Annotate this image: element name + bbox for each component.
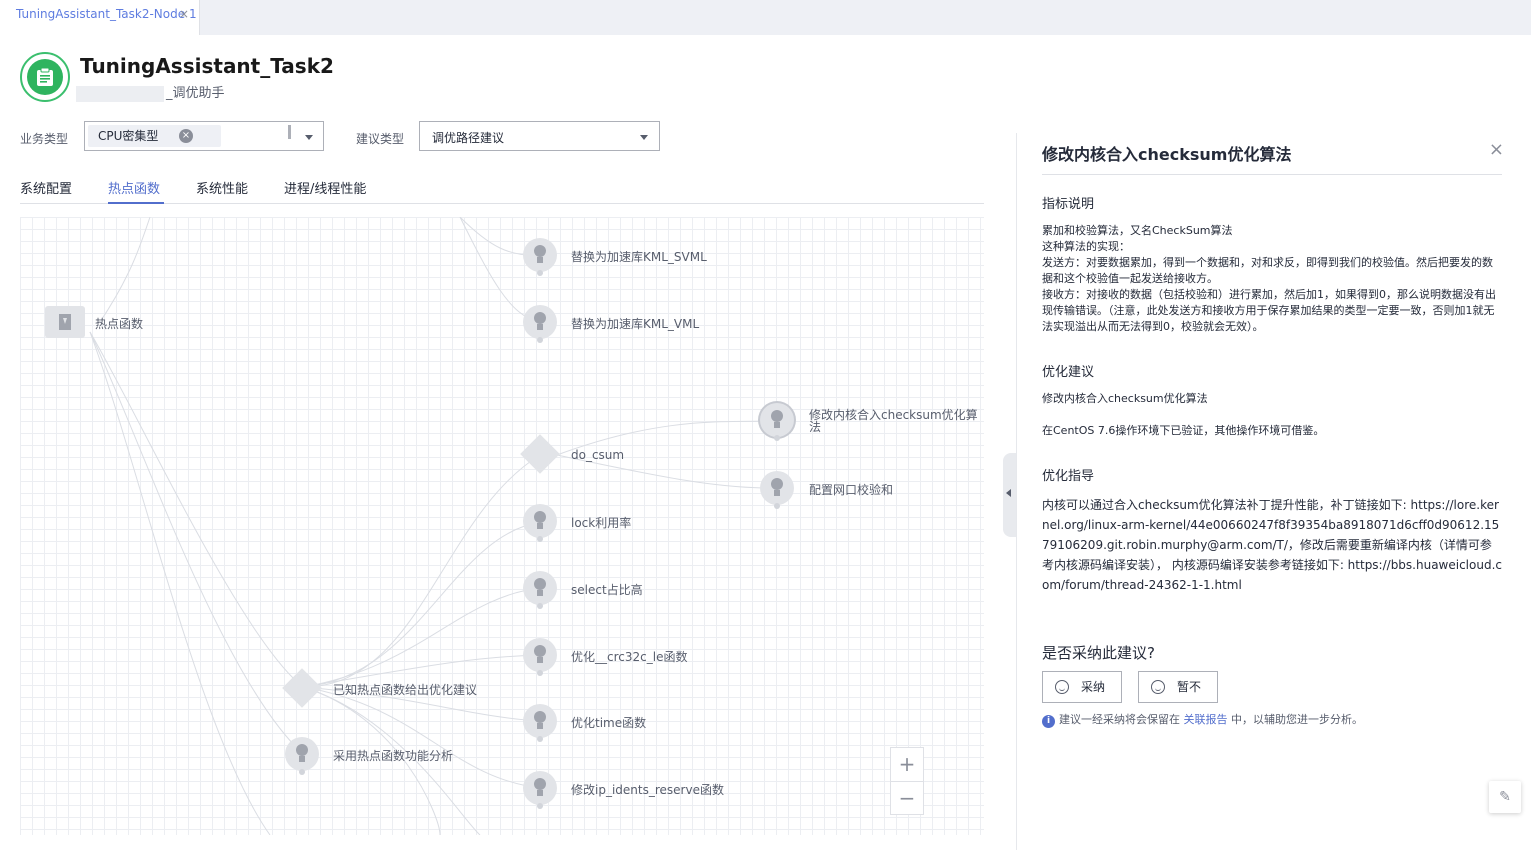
indicator-description: 累加和校验算法，又名CheckSum算法 这种算法的实现： 发送方：对要数据累加… <box>1042 224 1496 333</box>
adopt-info-note: i 建议一经采纳将会保留在 关联报告 中，以辅助您进一步分析。 <box>1042 711 1363 728</box>
adopt-question: 是否采纳此建议? <box>1042 644 1155 662</box>
business-type-label: 业务类型 <box>20 132 69 146</box>
suggestion-detail-panel: 修改内核合入checksum优化算法 × 指标说明 累加和校验算法，又名Chec… <box>1016 133 1531 850</box>
node-checksum[interactable]: 修改内核合入checksum优化算法 <box>809 409 979 433</box>
lightbulb-icon[interactable] <box>523 504 557 542</box>
suggestion-type-label: 建议类型 <box>356 132 405 146</box>
zoom-out-button[interactable]: − <box>891 782 923 815</box>
zoom-in-button[interactable]: + <box>891 748 923 782</box>
lightbulb-icon[interactable] <box>285 737 319 775</box>
panel-divider <box>1042 174 1502 175</box>
tab-label: TuningAssistant_Task2-Node 1 <box>16 7 197 21</box>
panel-collapse-handle[interactable] <box>1003 453 1017 537</box>
adopt-button[interactable]: 采纳 <box>1042 671 1122 703</box>
lightbulb-icon[interactable] <box>523 638 557 676</box>
section-indicator-title: 指标说明 <box>1042 197 1095 212</box>
lightbulb-icon[interactable] <box>760 403 794 441</box>
suggestion-env-note: 在CentOS 7.6操作环境下已验证，其他操作环境可借鉴。 <box>1042 424 1325 437</box>
lightbulb-icon[interactable] <box>523 771 557 809</box>
suggestion-text: 修改内核合入checksum优化算法 <box>1042 392 1208 405</box>
chip-remove-icon[interactable]: × <box>179 129 193 143</box>
business-type-chip: CPU密集型 × <box>88 125 221 147</box>
node-ip-idents[interactable]: 修改ip_idents_reserve函数 <box>571 781 724 798</box>
hotspot-root-icon[interactable] <box>45 306 85 338</box>
lightbulb-icon[interactable] <box>760 471 794 509</box>
chevron-left-icon <box>1006 489 1011 497</box>
page-subtitle: _调优助手 <box>76 82 225 102</box>
panel-title: 修改内核合入checksum优化算法 <box>1042 145 1292 164</box>
zoom-control: + − <box>890 747 924 815</box>
chevron-down-icon[interactable] <box>640 135 648 140</box>
suggestion-type-select[interactable]: 调优路径建议 <box>419 121 660 151</box>
scroll-thumb <box>288 125 291 139</box>
tab-hotspot-functions[interactable]: 热点函数 <box>108 178 160 197</box>
node-lock[interactable]: lock利用率 <box>571 514 631 531</box>
tab-bar: TuningAssistant_Task2-Node 1 × <box>0 0 1531 35</box>
suggestion-type-value: 调优路径建议 <box>432 131 505 145</box>
tab-system-config[interactable]: 系统配置 <box>20 178 72 197</box>
guide-text: 内核可以通过合入checksum优化算法补丁提升性能，补丁链接如下: https… <box>1042 498 1502 592</box>
nav-divider <box>20 203 984 204</box>
node-kml-vml[interactable]: 替换为加速库KML_VML <box>571 315 699 332</box>
node-crc32c[interactable]: 优化__crc32c_le函数 <box>571 648 687 665</box>
close-icon[interactable]: × <box>179 0 189 28</box>
tab-system-performance[interactable]: 系统性能 <box>196 178 248 197</box>
lightbulb-icon[interactable] <box>523 704 557 742</box>
section-suggestion-title: 优化建议 <box>1042 365 1095 380</box>
lightbulb-icon[interactable] <box>523 571 557 609</box>
info-icon: i <box>1042 715 1055 728</box>
page-title: TuningAssistant_Task2 <box>80 54 334 78</box>
node-nic-checksum[interactable]: 配置网口校验和 <box>809 481 893 498</box>
close-icon[interactable]: × <box>1489 139 1504 160</box>
graph-links <box>89 217 778 835</box>
chevron-down-icon[interactable] <box>305 135 313 140</box>
section-guide-title: 优化指导 <box>1042 469 1095 484</box>
tuning-graph-canvas[interactable]: 热点函数 替换为加速库KML_SVML 替换为加速库KML_VML do_csu… <box>20 217 984 835</box>
tab-process-thread-performance[interactable]: 进程/线程性能 <box>284 178 366 197</box>
active-tab-indicator <box>108 202 164 204</box>
node-known-hotspot[interactable]: 已知热点函数给出优化建议 <box>333 681 477 698</box>
feedback-edit-icon[interactable]: ✎ <box>1489 781 1521 813</box>
node-hotspot-root[interactable]: 热点函数 <box>95 315 143 332</box>
smile-icon <box>1151 680 1165 694</box>
related-report-link[interactable]: 关联报告 <box>1184 713 1228 726</box>
tab-task-node[interactable]: TuningAssistant_Task2-Node 1 × <box>0 0 200 35</box>
skip-button[interactable]: 暂不 <box>1138 671 1218 703</box>
lightbulb-icon[interactable] <box>523 238 557 276</box>
lightbulb-icon[interactable] <box>523 305 557 343</box>
task-logo-icon <box>20 52 70 102</box>
node-do-csum[interactable]: do_csum <box>571 448 624 462</box>
node-adopt-analysis[interactable]: 采用热点函数功能分析 <box>333 747 453 764</box>
node-kml-svml[interactable]: 替换为加速库KML_SVML <box>571 248 707 265</box>
smile-icon <box>1055 680 1069 694</box>
node-time[interactable]: 优化time函数 <box>571 714 646 731</box>
node-select[interactable]: select占比高 <box>571 581 643 598</box>
business-type-select[interactable]: CPU密集型 × <box>84 121 324 151</box>
